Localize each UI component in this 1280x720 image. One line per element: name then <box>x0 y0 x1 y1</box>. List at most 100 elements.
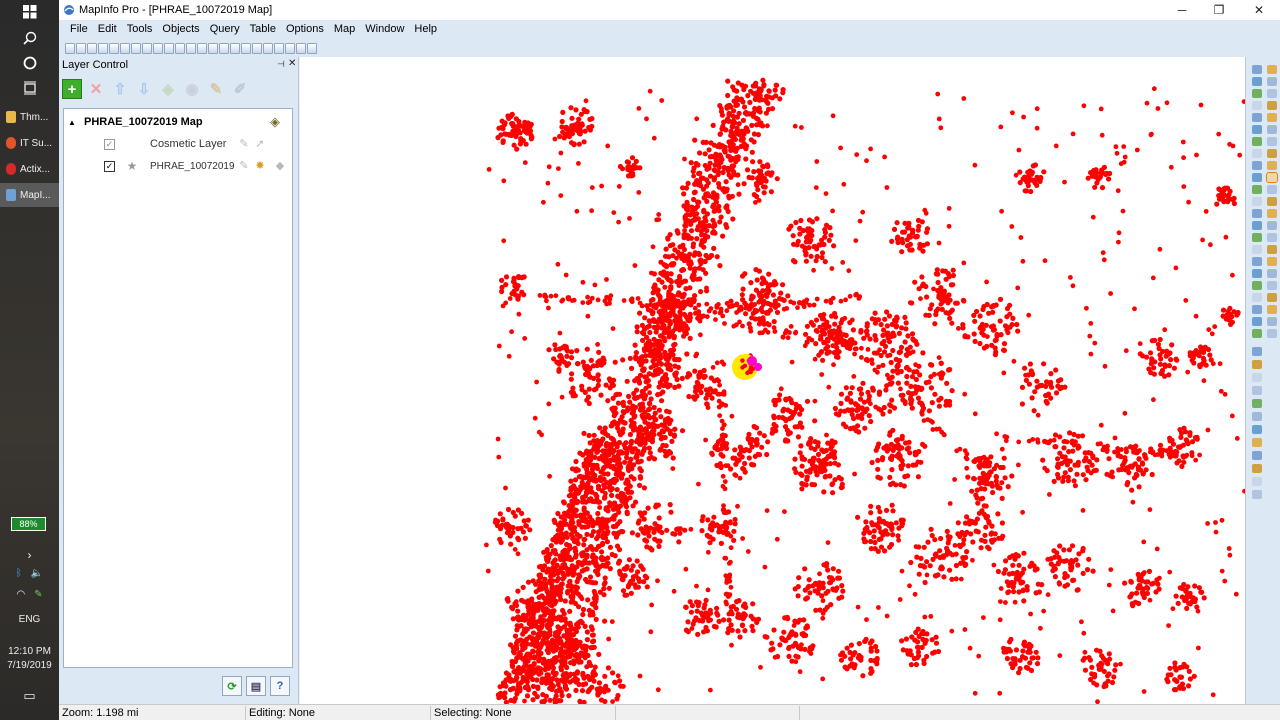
toolbar-button-7[interactable] <box>131 42 141 54</box>
show-hidden-icons-icon[interactable]: › <box>0 548 59 562</box>
menu-query[interactable]: Query <box>205 20 245 39</box>
map-tool-button[interactable] <box>1252 293 1262 302</box>
bluetooth-icon[interactable]: ᛒ <box>16 568 22 579</box>
add-layer-icon[interactable]: + <box>62 79 82 99</box>
map-tool-button[interactable] <box>1252 386 1262 395</box>
search-icon[interactable] <box>0 26 59 50</box>
map-tool-button[interactable] <box>1267 281 1277 290</box>
help-icon[interactable]: ? <box>270 676 290 696</box>
map-tool-button[interactable] <box>1252 438 1262 447</box>
clock-date[interactable]: 7/19/2019 <box>0 660 59 671</box>
map-tool-button[interactable] <box>1252 185 1262 194</box>
map-tool-button[interactable] <box>1252 412 1262 421</box>
map-tool-button[interactable] <box>1267 161 1277 170</box>
menu-map[interactable]: Map <box>329 20 360 39</box>
map-tool-button[interactable] <box>1252 305 1262 314</box>
map-tool-button[interactable] <box>1267 293 1277 302</box>
new-table-button[interactable] <box>65 42 75 54</box>
map-tool-button[interactable] <box>1252 425 1262 434</box>
map-tool-button[interactable] <box>1267 113 1277 122</box>
map-tool-button[interactable] <box>1267 329 1277 338</box>
map-tool-button[interactable] <box>1252 477 1262 486</box>
editable-icon[interactable]: ✎ <box>238 138 250 150</box>
refresh-icon[interactable]: ⟳ <box>222 676 242 696</box>
cut-button[interactable] <box>197 42 207 54</box>
map-tool-button[interactable] <box>1252 399 1262 408</box>
menu-help[interactable]: Help <box>409 20 442 39</box>
paste-button[interactable] <box>219 42 229 54</box>
layer-row-cosmetic[interactable]: ✓ Cosmetic Layer ✎ ➚ <box>64 134 292 154</box>
taskbar-app-thm[interactable]: Thm... <box>0 105 59 129</box>
new-layout-button[interactable] <box>285 42 295 54</box>
toolbar-button-10[interactable] <box>164 42 174 54</box>
toolbar-button-9[interactable] <box>153 42 163 54</box>
maximize-button[interactable]: ❐ <box>1199 0 1239 20</box>
map-tool-button[interactable] <box>1267 125 1277 134</box>
map-tool-button[interactable] <box>1267 257 1277 266</box>
layer-visibility-checkbox[interactable]: ✓ <box>104 160 115 172</box>
toolbar-button-8[interactable] <box>142 42 152 54</box>
map-tool-button[interactable] <box>1252 101 1262 110</box>
close-table-button[interactable] <box>120 42 130 54</box>
map-tool-button[interactable] <box>1252 233 1262 242</box>
selecting-status[interactable]: Selecting: None <box>430 706 512 720</box>
selectable-icon[interactable]: ➚ <box>254 138 266 150</box>
map-tool-button[interactable] <box>1252 245 1262 254</box>
move-layer-down-icon[interactable]: ⇩ <box>134 79 154 99</box>
map-tool-button[interactable] <box>1267 137 1277 146</box>
new-browser-button[interactable] <box>252 42 262 54</box>
map-tool-button[interactable] <box>1252 464 1262 473</box>
minimize-button[interactable]: ─ <box>1162 0 1202 20</box>
map-options-icon[interactable]: ◈ <box>270 114 280 130</box>
task-view-icon[interactable] <box>0 76 59 100</box>
map-tool-button[interactable] <box>1252 77 1262 86</box>
save-workspace-button[interactable] <box>109 42 119 54</box>
menu-table[interactable]: Table <box>245 20 281 39</box>
map-tool-button[interactable] <box>1252 65 1262 74</box>
map-node[interactable]: ▲ PHRAE_10072019 Map ◈ <box>64 112 292 132</box>
editing-status[interactable]: Editing: None <box>245 706 315 720</box>
menu-objects[interactable]: Objects <box>157 20 204 39</box>
map-canvas[interactable] <box>300 57 1245 704</box>
map-tool-button[interactable] <box>1252 347 1262 356</box>
map-tool-button[interactable] <box>1252 161 1262 170</box>
menu-options[interactable]: Options <box>281 20 329 39</box>
move-layer-up-icon[interactable]: ⇧ <box>110 79 130 99</box>
map-tool-button[interactable] <box>1252 89 1262 98</box>
open-workspace-button[interactable] <box>87 42 97 54</box>
map-tool-button[interactable] <box>1252 373 1262 382</box>
map-tool-button[interactable] <box>1252 317 1262 326</box>
notifications-icon[interactable]: ▭ <box>0 688 59 704</box>
style-override-icon[interactable]: ✎ <box>206 79 226 99</box>
menu-window[interactable]: Window <box>360 20 409 39</box>
map-tool-button[interactable] <box>1252 125 1262 134</box>
windows-start-icon[interactable] <box>0 0 59 24</box>
remove-layer-icon[interactable]: ✕ <box>86 79 106 99</box>
selectable-icon[interactable]: ✸ <box>254 160 266 172</box>
menu-edit[interactable]: Edit <box>93 20 122 39</box>
map-tool-button[interactable] <box>1267 209 1277 218</box>
map-tool-button[interactable] <box>1267 101 1277 110</box>
layer-row-phrae[interactable]: ✓ ★ PHRAE_10072019 ✎ ✸ ◆ <box>64 156 292 176</box>
reorder-layers-icon[interactable]: ◉ <box>182 79 202 99</box>
map-tool-button[interactable] <box>1267 149 1277 158</box>
map-tool-button[interactable] <box>1267 89 1277 98</box>
map-tool-button[interactable] <box>1267 197 1277 206</box>
map-tool-button[interactable] <box>1252 360 1262 369</box>
menu-tools[interactable]: Tools <box>122 20 158 39</box>
print-button[interactable] <box>175 42 185 54</box>
map-tool-button[interactable] <box>1252 281 1262 290</box>
cortana-icon[interactable] <box>0 51 59 75</box>
toolbar-button-23[interactable] <box>307 42 317 54</box>
new-mapper-button[interactable] <box>263 42 273 54</box>
battery-indicator[interactable]: 88% <box>11 517 46 531</box>
map-tool-button[interactable] <box>1252 490 1262 499</box>
network-icon[interactable]: ✎ <box>34 589 42 600</box>
copy-button[interactable] <box>208 42 218 54</box>
volume-icon[interactable]: 🔈 <box>31 568 43 579</box>
editable-icon[interactable]: ✎ <box>238 160 250 172</box>
map-tool-button[interactable] <box>1252 269 1262 278</box>
map-tool-button[interactable] <box>1252 173 1262 182</box>
map-tool-button[interactable] <box>1252 197 1262 206</box>
layer-visibility-checkbox[interactable]: ✓ <box>104 138 115 150</box>
